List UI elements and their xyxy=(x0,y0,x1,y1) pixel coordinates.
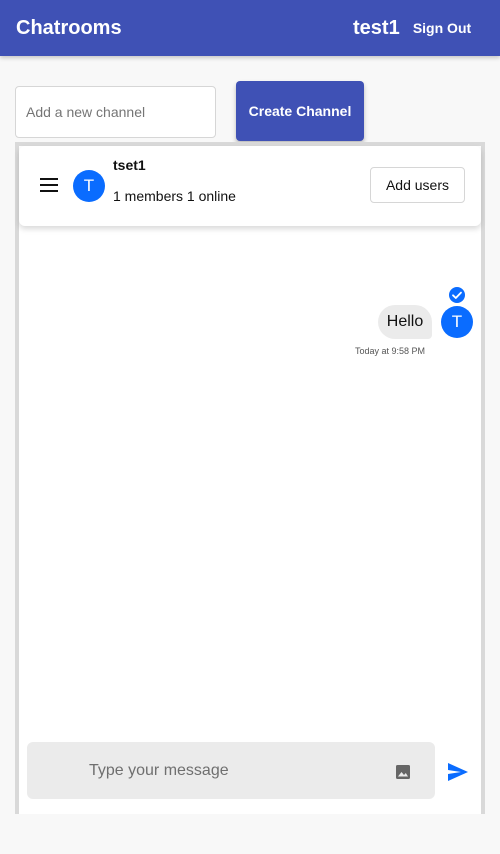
chat-window: T tset1 1 members 1 online Add users Hel… xyxy=(19,146,481,814)
channel-name: tset1 xyxy=(113,157,146,173)
image-icon[interactable] xyxy=(395,764,411,780)
chat-panel: T tset1 1 members 1 online Add users Hel… xyxy=(15,142,485,814)
add-users-button[interactable]: Add users xyxy=(370,167,465,203)
message-composer xyxy=(27,742,435,799)
create-channel-button[interactable]: Create Channel xyxy=(236,81,364,141)
current-username: test1 xyxy=(353,17,400,39)
app-bar: Chatrooms test1 Sign Out xyxy=(0,0,500,56)
app-title: Chatrooms xyxy=(16,17,122,39)
hamburger-menu-icon[interactable] xyxy=(40,178,60,194)
message-avatar: T xyxy=(441,306,473,338)
channel-member-status: 1 members 1 online xyxy=(113,188,236,204)
send-icon[interactable] xyxy=(447,762,469,782)
channel-avatar: T xyxy=(73,170,105,202)
new-channel-input[interactable] xyxy=(15,86,216,138)
message-input[interactable] xyxy=(89,752,379,789)
sign-out-button[interactable]: Sign Out xyxy=(407,12,477,44)
message-timestamp: Today at 9:58 PM xyxy=(355,346,426,356)
chat-header: T tset1 1 members 1 online Add users xyxy=(19,146,481,226)
read-check-icon xyxy=(449,287,465,303)
message-bubble: Hello xyxy=(378,305,432,339)
